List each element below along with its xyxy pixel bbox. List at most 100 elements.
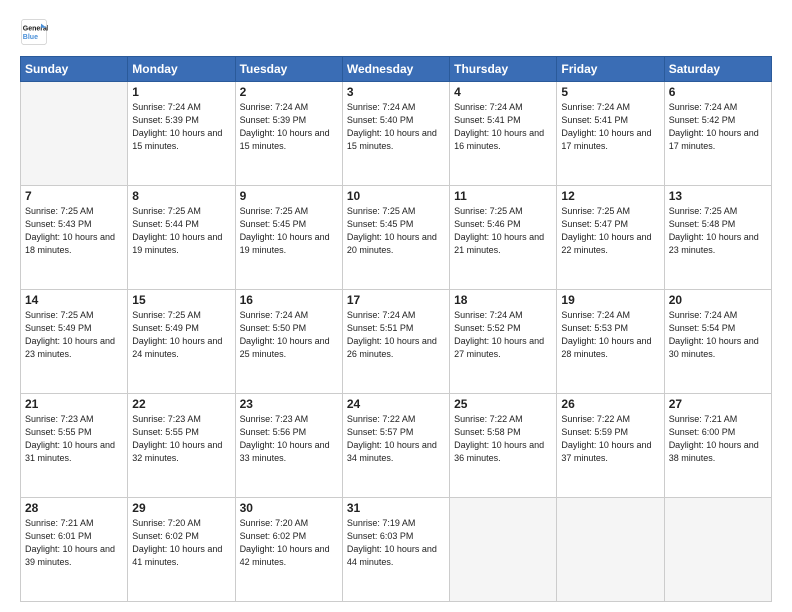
- sunset-label: Sunset: 5:43 PM: [25, 219, 92, 229]
- daylight-label: Daylight: 10 hours and 36 minutes.: [454, 440, 544, 463]
- day-number: 24: [347, 397, 445, 411]
- calendar-cell: 2 Sunrise: 7:24 AM Sunset: 5:39 PM Dayli…: [235, 82, 342, 186]
- day-info: Sunrise: 7:25 AM Sunset: 5:47 PM Dayligh…: [561, 205, 659, 257]
- sunset-label: Sunset: 5:51 PM: [347, 323, 414, 333]
- sunrise-label: Sunrise: 7:24 AM: [132, 102, 201, 112]
- sunrise-label: Sunrise: 7:22 AM: [454, 414, 523, 424]
- sunset-label: Sunset: 5:39 PM: [240, 115, 307, 125]
- sunrise-label: Sunrise: 7:25 AM: [25, 206, 94, 216]
- calendar-cell: 28 Sunrise: 7:21 AM Sunset: 6:01 PM Dayl…: [21, 498, 128, 602]
- sunrise-label: Sunrise: 7:25 AM: [347, 206, 416, 216]
- day-number: 25: [454, 397, 552, 411]
- day-number: 17: [347, 293, 445, 307]
- daylight-label: Daylight: 10 hours and 31 minutes.: [25, 440, 115, 463]
- day-info: Sunrise: 7:25 AM Sunset: 5:46 PM Dayligh…: [454, 205, 552, 257]
- calendar-cell: 7 Sunrise: 7:25 AM Sunset: 5:43 PM Dayli…: [21, 186, 128, 290]
- day-info: Sunrise: 7:25 AM Sunset: 5:44 PM Dayligh…: [132, 205, 230, 257]
- weekday-header: Wednesday: [342, 57, 449, 82]
- calendar-cell: 31 Sunrise: 7:19 AM Sunset: 6:03 PM Dayl…: [342, 498, 449, 602]
- day-number: 15: [132, 293, 230, 307]
- sunset-label: Sunset: 6:02 PM: [240, 531, 307, 541]
- daylight-label: Daylight: 10 hours and 16 minutes.: [454, 128, 544, 151]
- day-number: 4: [454, 85, 552, 99]
- calendar-cell: 20 Sunrise: 7:24 AM Sunset: 5:54 PM Dayl…: [664, 290, 771, 394]
- daylight-label: Daylight: 10 hours and 26 minutes.: [347, 336, 437, 359]
- weekday-header: Saturday: [664, 57, 771, 82]
- day-number: 30: [240, 501, 338, 515]
- day-number: 12: [561, 189, 659, 203]
- calendar-week-row: 7 Sunrise: 7:25 AM Sunset: 5:43 PM Dayli…: [21, 186, 772, 290]
- daylight-label: Daylight: 10 hours and 44 minutes.: [347, 544, 437, 567]
- calendar-cell: 1 Sunrise: 7:24 AM Sunset: 5:39 PM Dayli…: [128, 82, 235, 186]
- day-info: Sunrise: 7:24 AM Sunset: 5:40 PM Dayligh…: [347, 101, 445, 153]
- calendar-table: SundayMondayTuesdayWednesdayThursdayFrid…: [20, 56, 772, 602]
- day-info: Sunrise: 7:24 AM Sunset: 5:39 PM Dayligh…: [240, 101, 338, 153]
- sunset-label: Sunset: 5:46 PM: [454, 219, 521, 229]
- day-number: 28: [25, 501, 123, 515]
- sunset-label: Sunset: 5:49 PM: [25, 323, 92, 333]
- day-number: 22: [132, 397, 230, 411]
- calendar-week-row: 28 Sunrise: 7:21 AM Sunset: 6:01 PM Dayl…: [21, 498, 772, 602]
- daylight-label: Daylight: 10 hours and 23 minutes.: [669, 232, 759, 255]
- calendar-cell: 9 Sunrise: 7:25 AM Sunset: 5:45 PM Dayli…: [235, 186, 342, 290]
- calendar-cell: 16 Sunrise: 7:24 AM Sunset: 5:50 PM Dayl…: [235, 290, 342, 394]
- sunrise-label: Sunrise: 7:24 AM: [561, 310, 630, 320]
- calendar-cell: 13 Sunrise: 7:25 AM Sunset: 5:48 PM Dayl…: [664, 186, 771, 290]
- day-info: Sunrise: 7:21 AM Sunset: 6:01 PM Dayligh…: [25, 517, 123, 569]
- daylight-label: Daylight: 10 hours and 19 minutes.: [240, 232, 330, 255]
- daylight-label: Daylight: 10 hours and 22 minutes.: [561, 232, 651, 255]
- daylight-label: Daylight: 10 hours and 34 minutes.: [347, 440, 437, 463]
- daylight-label: Daylight: 10 hours and 39 minutes.: [25, 544, 115, 567]
- day-info: Sunrise: 7:24 AM Sunset: 5:52 PM Dayligh…: [454, 309, 552, 361]
- sunrise-label: Sunrise: 7:24 AM: [669, 102, 738, 112]
- day-info: Sunrise: 7:22 AM Sunset: 5:57 PM Dayligh…: [347, 413, 445, 465]
- daylight-label: Daylight: 10 hours and 15 minutes.: [132, 128, 222, 151]
- calendar-cell: 4 Sunrise: 7:24 AM Sunset: 5:41 PM Dayli…: [450, 82, 557, 186]
- day-info: Sunrise: 7:24 AM Sunset: 5:42 PM Dayligh…: [669, 101, 767, 153]
- daylight-label: Daylight: 10 hours and 18 minutes.: [25, 232, 115, 255]
- calendar-cell: 14 Sunrise: 7:25 AM Sunset: 5:49 PM Dayl…: [21, 290, 128, 394]
- logo-icon: General Blue: [20, 18, 48, 46]
- sunset-label: Sunset: 6:01 PM: [25, 531, 92, 541]
- daylight-label: Daylight: 10 hours and 17 minutes.: [561, 128, 651, 151]
- calendar-cell: 21 Sunrise: 7:23 AM Sunset: 5:55 PM Dayl…: [21, 394, 128, 498]
- sunset-label: Sunset: 5:56 PM: [240, 427, 307, 437]
- sunrise-label: Sunrise: 7:24 AM: [454, 102, 523, 112]
- sunrise-label: Sunrise: 7:21 AM: [669, 414, 738, 424]
- daylight-label: Daylight: 10 hours and 32 minutes.: [132, 440, 222, 463]
- sunrise-label: Sunrise: 7:19 AM: [347, 518, 416, 528]
- day-number: 16: [240, 293, 338, 307]
- sunrise-label: Sunrise: 7:25 AM: [132, 206, 201, 216]
- sunset-label: Sunset: 5:50 PM: [240, 323, 307, 333]
- calendar-cell: 17 Sunrise: 7:24 AM Sunset: 5:51 PM Dayl…: [342, 290, 449, 394]
- sunrise-label: Sunrise: 7:23 AM: [132, 414, 201, 424]
- sunset-label: Sunset: 5:42 PM: [669, 115, 736, 125]
- sunset-label: Sunset: 5:47 PM: [561, 219, 628, 229]
- calendar-cell: 22 Sunrise: 7:23 AM Sunset: 5:55 PM Dayl…: [128, 394, 235, 498]
- sunrise-label: Sunrise: 7:22 AM: [561, 414, 630, 424]
- calendar-cell: 19 Sunrise: 7:24 AM Sunset: 5:53 PM Dayl…: [557, 290, 664, 394]
- weekday-header: Tuesday: [235, 57, 342, 82]
- day-info: Sunrise: 7:25 AM Sunset: 5:48 PM Dayligh…: [669, 205, 767, 257]
- sunset-label: Sunset: 5:48 PM: [669, 219, 736, 229]
- day-number: 9: [240, 189, 338, 203]
- calendar-cell: 29 Sunrise: 7:20 AM Sunset: 6:02 PM Dayl…: [128, 498, 235, 602]
- sunset-label: Sunset: 5:39 PM: [132, 115, 199, 125]
- sunset-label: Sunset: 5:49 PM: [132, 323, 199, 333]
- svg-text:Blue: Blue: [23, 34, 38, 41]
- weekday-header: Sunday: [21, 57, 128, 82]
- calendar-cell: 24 Sunrise: 7:22 AM Sunset: 5:57 PM Dayl…: [342, 394, 449, 498]
- day-info: Sunrise: 7:25 AM Sunset: 5:43 PM Dayligh…: [25, 205, 123, 257]
- day-number: 7: [25, 189, 123, 203]
- sunrise-label: Sunrise: 7:24 AM: [347, 310, 416, 320]
- day-info: Sunrise: 7:22 AM Sunset: 5:58 PM Dayligh…: [454, 413, 552, 465]
- sunset-label: Sunset: 5:45 PM: [347, 219, 414, 229]
- calendar-week-row: 14 Sunrise: 7:25 AM Sunset: 5:49 PM Dayl…: [21, 290, 772, 394]
- sunset-label: Sunset: 5:52 PM: [454, 323, 521, 333]
- day-number: 10: [347, 189, 445, 203]
- day-info: Sunrise: 7:20 AM Sunset: 6:02 PM Dayligh…: [240, 517, 338, 569]
- calendar-cell: 26 Sunrise: 7:22 AM Sunset: 5:59 PM Dayl…: [557, 394, 664, 498]
- header: General Blue: [20, 18, 772, 46]
- daylight-label: Daylight: 10 hours and 19 minutes.: [132, 232, 222, 255]
- day-number: 1: [132, 85, 230, 99]
